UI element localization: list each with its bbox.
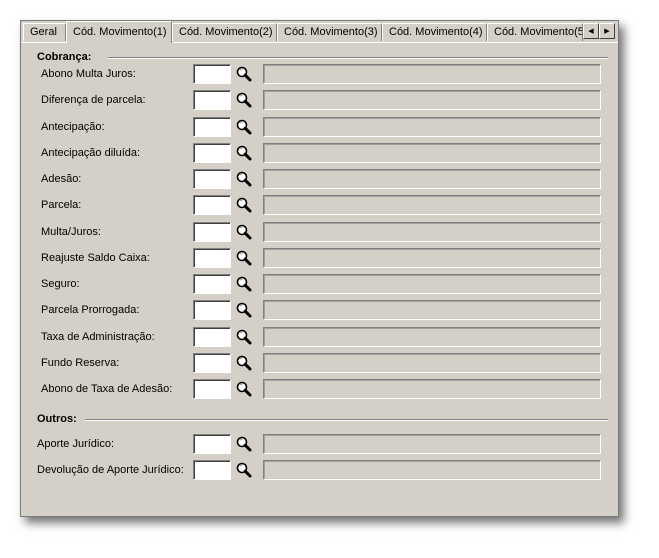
label-abono-de-taxa-de-adesao: Abono de Taxa de Adesão: (41, 383, 173, 395)
search-icon[interactable] (235, 249, 253, 267)
tab-scroll-right-icon[interactable]: ▶ (599, 23, 615, 39)
search-icon[interactable] (235, 354, 253, 372)
code-input-antecipacao-diluida[interactable] (193, 142, 231, 163)
tab-cod-movimento-5[interactable]: Cód. Movimento(5 (487, 23, 583, 41)
code-input-reajuste-saldo-caixa[interactable] (193, 247, 231, 268)
description-field-taxa-de-administracao (263, 326, 601, 347)
description-field-fundo-reserva (263, 352, 601, 373)
description-field-multa-juros (263, 221, 601, 242)
label-aporte-juridico: Aporte Jurídico: (37, 438, 115, 450)
code-input-adesao[interactable] (193, 169, 231, 189)
description-field-seguro (263, 274, 601, 294)
label-taxa-de-administracao: Taxa de Administração: (41, 330, 155, 343)
search-icon[interactable] (235, 170, 253, 188)
description-field-adesao (263, 169, 601, 189)
code-input-parcela-prorrogada[interactable] (193, 300, 231, 321)
label-parcela-prorrogada: Parcela Prorrogada: (41, 304, 140, 317)
code-input-parcela[interactable] (193, 195, 231, 216)
code-input-abono-de-taxa-de-adesao[interactable] (193, 379, 231, 399)
label-multa-juros: Multa/Juros: (41, 225, 101, 238)
description-field-antecipacao (263, 116, 601, 137)
description-field-reajuste-saldo-caixa (263, 247, 601, 268)
description-field-aporte-juridico (263, 434, 601, 454)
label-reajuste-saldo-caixa: Reajuste Saldo Caixa: (41, 251, 150, 264)
search-icon[interactable] (235, 301, 253, 319)
search-icon[interactable] (235, 118, 253, 136)
search-icon[interactable] (235, 196, 253, 214)
search-icon[interactable] (235, 435, 253, 453)
code-input-devolucao-de-aporte-juridico[interactable] (193, 460, 231, 480)
description-field-devolucao-de-aporte-juridico (263, 460, 601, 480)
tab-scroll-left-icon[interactable]: ◀ (583, 23, 599, 39)
code-input-taxa-de-administracao[interactable] (193, 326, 231, 347)
description-field-parcela-prorrogada (263, 300, 601, 321)
label-parcela: Parcela: (41, 199, 82, 212)
section-divider-outros (85, 419, 608, 421)
movement-codes-window: Geral Cód. Movimento(1) Cód. Movimento(2… (20, 20, 619, 517)
code-input-seguro[interactable] (193, 274, 231, 294)
search-icon[interactable] (235, 223, 253, 241)
code-input-diferenca-de-parcela[interactable] (193, 90, 231, 111)
search-icon[interactable] (235, 91, 253, 109)
description-field-diferenca-de-parcela (263, 90, 601, 111)
code-input-abono-multa-juros[interactable] (193, 64, 231, 84)
label-fundo-reserva: Fundo Reserva: (41, 356, 120, 369)
description-field-abono-multa-juros (263, 64, 601, 84)
search-icon[interactable] (235, 144, 253, 162)
tab-cod-movimento-3[interactable]: Cód. Movimento(3) (277, 23, 382, 41)
search-icon[interactable] (235, 65, 253, 83)
tab-strip: Geral Cód. Movimento(1) Cód. Movimento(2… (21, 21, 618, 43)
label-diferenca-de-parcela: Diferença de parcela: (41, 94, 146, 107)
section-title-outros: Outros: (37, 413, 77, 425)
search-icon[interactable] (235, 275, 253, 293)
code-input-antecipacao[interactable] (193, 116, 231, 137)
description-field-antecipacao-diluida (263, 142, 601, 163)
section-divider-cobranca (108, 57, 608, 59)
search-icon[interactable] (235, 380, 253, 398)
code-input-fundo-reserva[interactable] (193, 352, 231, 373)
description-field-abono-de-taxa-de-adesao (263, 379, 601, 399)
code-input-multa-juros[interactable] (193, 221, 231, 242)
label-seguro: Seguro: (41, 278, 80, 290)
code-input-aporte-juridico[interactable] (193, 434, 231, 454)
label-antecipacao: Antecipação: (41, 120, 105, 133)
tab-cod-movimento-2[interactable]: Cód. Movimento(2) (172, 23, 277, 41)
search-icon[interactable] (235, 461, 253, 479)
description-field-parcela (263, 195, 601, 216)
tab-panel: Cobrança: Abono Multa Juros: Diferença de… (21, 42, 618, 517)
tab-cod-movimento-1[interactable]: Cód. Movimento(1) (66, 21, 172, 43)
tab-geral[interactable]: Geral (23, 23, 66, 41)
section-title-cobranca: Cobrança: (37, 51, 92, 63)
label-abono-multa-juros: Abono Multa Juros: (41, 68, 136, 80)
label-devolucao-de-aporte-juridico: Devolução de Aporte Jurídico: (37, 464, 184, 476)
search-icon[interactable] (235, 328, 253, 346)
tab-scroll-buttons: ◀ ▶ (583, 23, 615, 40)
label-adesao: Adesão: (41, 173, 82, 185)
label-antecipacao-diluida: Antecipação diluída: (41, 146, 141, 159)
tab-cod-movimento-4[interactable]: Cód. Movimento(4) (382, 23, 487, 41)
